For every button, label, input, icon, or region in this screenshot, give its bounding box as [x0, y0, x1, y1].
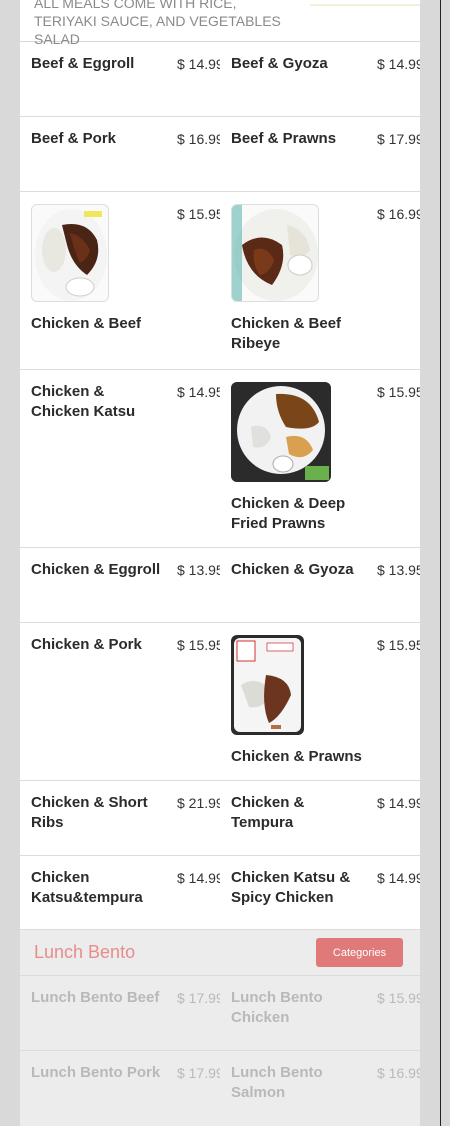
item-price: $ 16.99	[377, 1065, 420, 1081]
item-name: Chicken & Beef	[31, 315, 142, 332]
item-price: $ 15.95	[377, 637, 420, 653]
item-price: $ 15.95	[377, 384, 420, 400]
menu-item[interactable]: Lunch Bento Chicken $ 15.99	[220, 976, 420, 1050]
item-name: Chicken Katsu&tempura	[31, 869, 143, 906]
section-title: Lunch Bento	[34, 942, 136, 962]
item-name: Lunch Bento Salmon	[231, 1064, 323, 1101]
menu-item[interactable]: Beef & Prawns $ 17.99	[220, 117, 420, 191]
menu-item[interactable]: Chicken & Beef $ 15.95	[20, 192, 220, 369]
menu-item[interactable]: Chicken & Deep Fried Prawns $ 15.95	[220, 370, 420, 547]
item-price: $ 17.99	[177, 1065, 220, 1081]
item-name: Lunch Bento Pork	[31, 1064, 161, 1081]
food-photo	[231, 204, 319, 302]
item-name: Beef & Eggroll	[31, 55, 135, 72]
item-name: Chicken Katsu & Spicy Chicken	[231, 869, 351, 906]
item-price: $ 15.95	[177, 637, 220, 653]
item-name: Chicken & Beef Ribeye	[231, 315, 342, 352]
header-image-edge	[310, 0, 420, 6]
menu-item[interactable]: Chicken & Gyoza $ 13.95	[220, 548, 420, 622]
menu-item[interactable]: Beef & Pork $ 16.99	[20, 117, 220, 191]
item-price: $ 17.99	[377, 131, 420, 147]
item-name: Chicken & Tempura	[231, 794, 305, 831]
item-price: $ 14.99	[377, 870, 420, 886]
item-name: Chicken & Pork	[31, 636, 142, 653]
item-price: $ 21.99	[177, 795, 220, 811]
item-price: $ 14.99	[377, 56, 420, 72]
item-price: $ 15.95	[177, 206, 220, 222]
item-price: $ 14.95	[177, 384, 220, 400]
menu-item[interactable]: Chicken & Prawns $ 15.95	[220, 623, 420, 780]
item-name: Lunch Bento Beef	[31, 989, 160, 1006]
item-name: Chicken & Deep Fried Prawns	[231, 495, 346, 532]
menu-row: Chicken & Eggroll $ 13.95 Chicken & Gyoz…	[20, 548, 420, 623]
menu-item[interactable]: Chicken Katsu&tempura $ 14.99	[20, 856, 220, 929]
item-price: $ 13.95	[177, 562, 220, 578]
item-name: Beef & Pork	[31, 130, 117, 147]
menu-row: Chicken & Beef $ 15.95 Chicken & Beef Ri…	[20, 192, 420, 370]
menu-row: Chicken & Chicken Katsu $ 14.95 Chicken …	[20, 370, 420, 548]
menu-row: Beef & Pork $ 16.99 Beef & Prawns $ 17.9…	[20, 117, 420, 192]
menu-row: Chicken & Short Ribs $ 21.99 Chicken & T…	[20, 781, 420, 856]
menu-item[interactable]: Chicken & Eggroll $ 13.95	[20, 548, 220, 622]
menu-item[interactable]: Lunch Bento Salmon $ 16.99	[220, 1051, 420, 1126]
categories-button[interactable]: Categories	[316, 938, 403, 967]
menu-row: Lunch Bento Pork $ 17.99 Lunch Bento Sal…	[20, 1051, 420, 1126]
menu-row: Beef & Eggroll $ 14.99 Beef & Gyoza $ 14…	[20, 42, 420, 117]
item-price: $ 14.99	[177, 56, 220, 72]
menu-row: Lunch Bento Beef $ 17.99 Lunch Bento Chi…	[20, 976, 420, 1051]
item-price: $ 16.99	[377, 206, 420, 222]
item-name: Chicken & Eggroll	[31, 561, 161, 578]
menu-item[interactable]: Chicken & Beef Ribeye $ 16.99	[220, 192, 420, 369]
food-photo	[231, 382, 331, 482]
item-price: $ 17.99	[177, 990, 220, 1006]
item-price: $ 16.99	[177, 131, 220, 147]
menu-row: Chicken Katsu&tempura $ 14.99 Chicken Ka…	[20, 856, 420, 930]
food-photo	[231, 635, 304, 735]
item-name: Chicken & Short Ribs	[31, 794, 148, 831]
menu-panel: ALL MEALS COME WITH RICE, TERIYAKI SAUCE…	[20, 0, 420, 1126]
item-name: Beef & Prawns	[231, 130, 337, 147]
menu-row: Chicken & Pork $ 15.95 Chicken & Prawns …	[20, 623, 420, 781]
menu-item[interactable]: Chicken & Chicken Katsu $ 14.95	[20, 370, 220, 547]
item-price: $ 14.99	[177, 870, 220, 886]
menu-item[interactable]: Chicken & Pork $ 15.95	[20, 623, 220, 780]
item-name: Chicken & Chicken Katsu	[31, 383, 136, 420]
menu-item[interactable]: Lunch Bento Beef $ 17.99	[20, 976, 220, 1050]
meal-notice-text: ALL MEALS COME WITH RICE, TERIYAKI SAUCE…	[34, 0, 281, 47]
item-name: Chicken & Gyoza	[231, 561, 354, 578]
item-price: $ 15.99	[377, 990, 420, 1006]
menu-item[interactable]: Lunch Bento Pork $ 17.99	[20, 1051, 220, 1126]
item-price: $ 13.95	[377, 562, 420, 578]
item-name: Beef & Gyoza	[231, 55, 328, 72]
section-header-lunch-bento: Lunch Bento Categories	[20, 930, 420, 976]
menu-item[interactable]: Chicken & Short Ribs $ 21.99	[20, 781, 220, 855]
viewport-edge	[440, 0, 441, 1126]
meal-notice: ALL MEALS COME WITH RICE, TERIYAKI SAUCE…	[20, 0, 420, 47]
menu-item[interactable]: Beef & Eggroll $ 14.99	[20, 42, 220, 116]
food-photo	[31, 204, 109, 302]
item-name: Lunch Bento Chicken	[231, 989, 323, 1026]
item-price: $ 14.99	[377, 795, 420, 811]
menu-item[interactable]: Chicken Katsu & Spicy Chicken $ 14.99	[220, 856, 420, 929]
item-name: Chicken & Prawns	[231, 748, 362, 765]
menu-item[interactable]: Beef & Gyoza $ 14.99	[220, 42, 420, 116]
menu-item[interactable]: Chicken & Tempura $ 14.99	[220, 781, 420, 855]
